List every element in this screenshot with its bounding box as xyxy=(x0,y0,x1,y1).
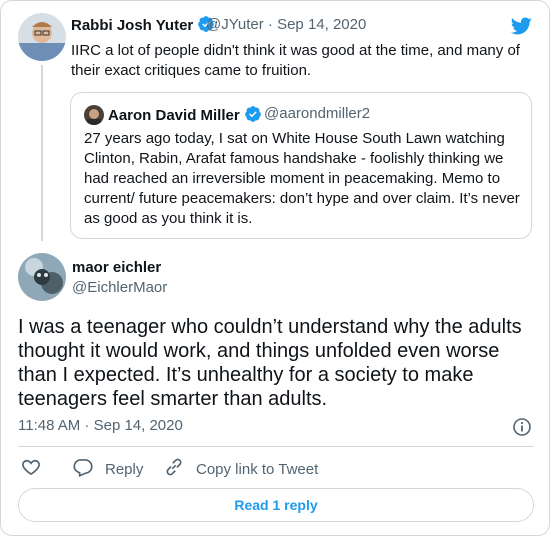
main-author-avatar[interactable] xyxy=(18,253,66,301)
like-button[interactable] xyxy=(21,458,53,480)
reply-button[interactable]: Reply xyxy=(73,458,143,480)
info-icon[interactable] xyxy=(512,417,532,442)
heart-icon xyxy=(21,457,53,481)
link-icon xyxy=(164,457,196,481)
thread-line xyxy=(41,65,43,241)
quoted-author-handle: @aarondmiller2 xyxy=(264,105,371,122)
main-tweet-text: I was a teenager who couldn’t understand… xyxy=(18,316,522,410)
rabbi-avatar[interactable] xyxy=(18,13,66,61)
copy-link-label: Copy link to Tweet xyxy=(196,460,319,478)
verified-badge-icon xyxy=(244,105,262,127)
read-replies-button[interactable]: Read 1 reply xyxy=(18,488,534,522)
embedded-tweet-card: Rabbi Josh Yuter @JYuter · Sep 14, 2020 … xyxy=(0,0,550,536)
reply-label: Reply xyxy=(105,460,144,478)
parent-author-name[interactable]: Rabbi Josh Yuter xyxy=(71,15,215,37)
quoted-author-name: Aaron David Miller xyxy=(108,105,262,127)
parent-handle-date[interactable]: @JYuter · Sep 14, 2020 xyxy=(206,16,366,33)
copy-link-button[interactable]: Copy link to Tweet xyxy=(164,458,318,480)
quoted-author-avatar xyxy=(84,105,104,125)
main-author-name[interactable]: maor eichler xyxy=(72,259,161,276)
main-author-handle[interactable]: @EichlerMaor xyxy=(72,279,167,296)
tweet-timestamp[interactable]: 11:48 AM · Sep 14, 2020 xyxy=(18,417,183,434)
quoted-tweet-text: 27 years ago today, I sat on White House… xyxy=(84,130,520,227)
quoted-tweet[interactable]: Aaron David Miller @aarondmiller2 27 yea… xyxy=(70,92,532,239)
twitter-bird-icon[interactable] xyxy=(509,15,533,42)
reply-icon xyxy=(73,457,105,481)
parent-tweet-text: IIRC a lot of people didn't think it was… xyxy=(71,42,520,79)
divider xyxy=(18,446,534,447)
